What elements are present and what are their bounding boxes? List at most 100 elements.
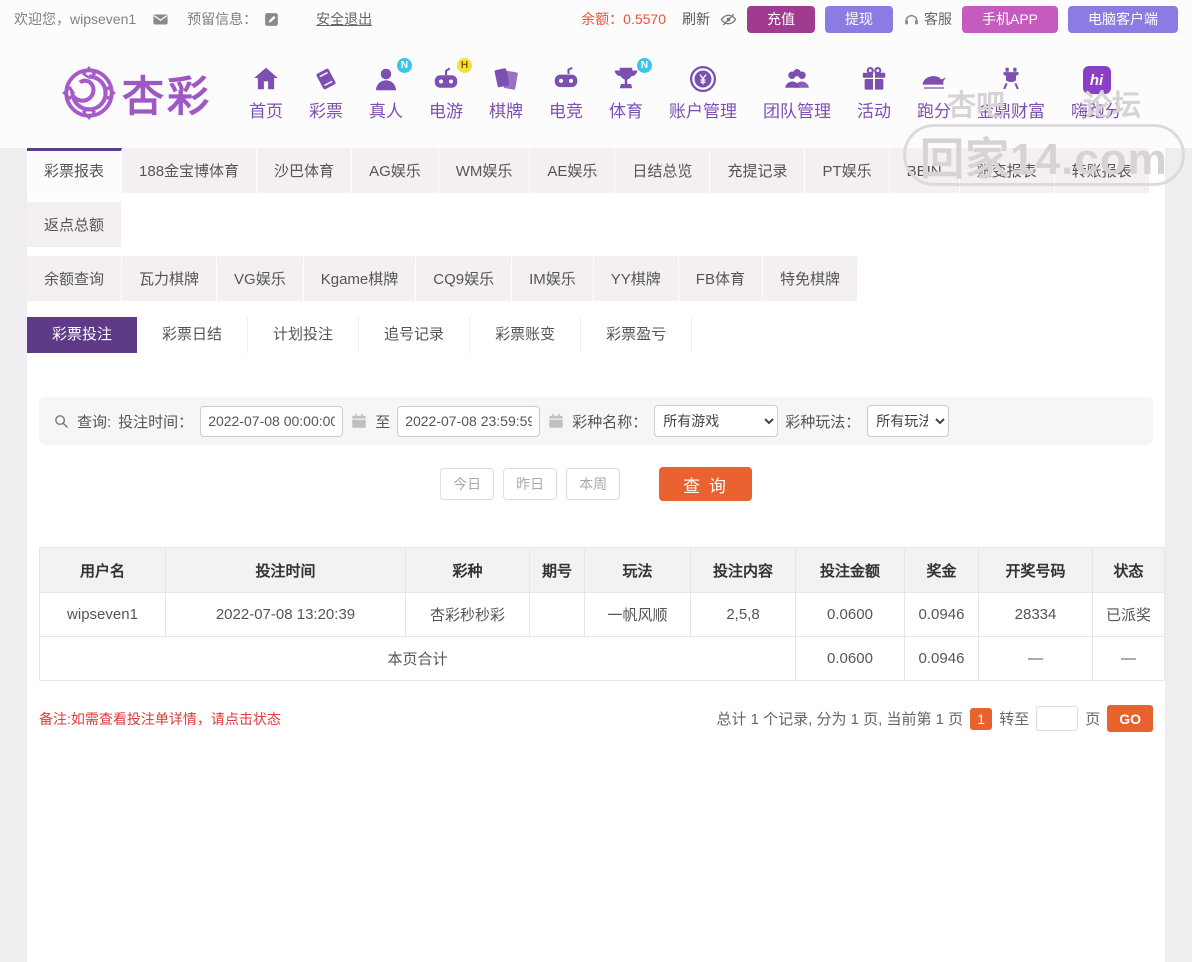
tab-fb-sports[interactable]: FB体育 bbox=[679, 256, 763, 301]
logout-link[interactable]: 安全退出 bbox=[316, 9, 372, 29]
mobile-app-button[interactable]: 手机APP bbox=[962, 6, 1058, 33]
tab-tetu-cards[interactable]: 特免棋牌 bbox=[763, 256, 858, 301]
tab-wali-cards[interactable]: 瓦力棋牌 bbox=[122, 256, 217, 301]
nav-item-sports[interactable]: N 体育 bbox=[596, 64, 656, 122]
nav-item-paofen[interactable]: 跑分 bbox=[904, 64, 964, 122]
reserved-info-label: 预留信息： bbox=[187, 9, 257, 29]
cell-draw-number: 28334 bbox=[979, 593, 1093, 637]
nav-item-hipaofen[interactable]: hi 嗨跑分 bbox=[1058, 66, 1135, 122]
tab-188-sports[interactable]: 188金宝博体育 bbox=[122, 148, 257, 193]
goto-page-input[interactable] bbox=[1036, 706, 1078, 731]
tab-vg[interactable]: VG娱乐 bbox=[217, 256, 304, 301]
nav-label: 首页 bbox=[249, 97, 283, 122]
refresh-button[interactable]: 刷新 bbox=[682, 9, 710, 29]
nav-item-cards[interactable]: 棋牌 bbox=[476, 64, 536, 122]
nav-item-egames[interactable]: H 电游 bbox=[416, 64, 476, 122]
nav-item-esports[interactable]: 电竞 bbox=[536, 64, 596, 122]
go-button[interactable]: GO bbox=[1107, 705, 1153, 732]
cell-status-link[interactable]: 已派奖 bbox=[1093, 593, 1165, 637]
tab-bbin[interactable]: BBIN bbox=[890, 148, 960, 193]
hi-icon: hi bbox=[1083, 66, 1111, 94]
nav-item-account[interactable]: 账户管理 bbox=[656, 64, 750, 122]
withdraw-button[interactable]: 提现 bbox=[825, 6, 893, 33]
tab-ae[interactable]: AE娱乐 bbox=[530, 148, 615, 193]
cell-prize: 0.0946 bbox=[905, 593, 979, 637]
tab-daily-overview[interactable]: 日结总览 bbox=[615, 148, 710, 193]
site-header: 杏彩 首页 彩票 N 真人 H 电游 棋牌 电竞 N bbox=[0, 38, 1192, 148]
nav-item-home[interactable]: 首页 bbox=[236, 64, 296, 122]
subtab-lottery-bets[interactable]: 彩票投注 bbox=[27, 317, 137, 353]
nav-item-team[interactable]: 团队管理 bbox=[750, 64, 844, 122]
tab-deposit-withdraw-log[interactable]: 充提记录 bbox=[710, 148, 805, 193]
deposit-button[interactable]: 充值 bbox=[747, 6, 815, 33]
cell-play: 一帆风顺 bbox=[585, 593, 691, 637]
logo-icon bbox=[60, 64, 118, 122]
nav-label: 金鼎财富 bbox=[977, 97, 1045, 122]
tab-transfer-report[interactable]: 转账报表 bbox=[1055, 148, 1150, 193]
nav-label: 彩票 bbox=[309, 97, 343, 122]
ding-vessel-icon bbox=[996, 64, 1026, 94]
subtab-chase-log[interactable]: 追号记录 bbox=[359, 317, 470, 353]
cards-icon bbox=[491, 64, 521, 94]
tab-pt[interactable]: PT娱乐 bbox=[805, 148, 889, 193]
gift-icon bbox=[859, 64, 889, 94]
gamepad-icon bbox=[431, 64, 461, 94]
nav-label: 电游 bbox=[429, 97, 463, 122]
tab-ag[interactable]: AG娱乐 bbox=[352, 148, 439, 193]
subtab-lottery-account-change[interactable]: 彩票账变 bbox=[470, 317, 581, 353]
subtab-lottery-daily[interactable]: 彩票日结 bbox=[137, 317, 248, 353]
nav-label: 体育 bbox=[609, 97, 643, 122]
balance-text: 余额：0.5570 bbox=[581, 9, 666, 29]
tab-yy-cards[interactable]: YY棋牌 bbox=[594, 256, 679, 301]
start-time-input[interactable] bbox=[200, 406, 343, 437]
tab-cq9[interactable]: CQ9娱乐 bbox=[416, 256, 512, 301]
tab-im[interactable]: IM娱乐 bbox=[512, 256, 594, 301]
nav-item-jinding[interactable]: 金鼎财富 bbox=[964, 64, 1058, 122]
nav-item-lottery[interactable]: 彩票 bbox=[296, 64, 356, 122]
tab-kgame[interactable]: Kgame棋牌 bbox=[304, 256, 417, 301]
this-week-button[interactable]: 本周 bbox=[566, 468, 620, 500]
home-icon bbox=[251, 64, 281, 94]
logo-text: 杏彩 bbox=[122, 63, 212, 124]
customer-service-button[interactable]: 客服 bbox=[903, 9, 952, 29]
eye-slash-icon[interactable] bbox=[720, 11, 737, 28]
edit-icon[interactable] bbox=[263, 11, 280, 28]
headset-icon bbox=[903, 11, 920, 28]
end-time-input[interactable] bbox=[397, 406, 540, 437]
lottery-subtabs: 彩票投注 彩票日结 计划投注 追号记录 彩票账变 彩票盈亏 bbox=[27, 317, 1165, 353]
col-lottery: 彩种 bbox=[406, 548, 530, 593]
nav-label: 活动 bbox=[857, 97, 891, 122]
site-logo[interactable]: 杏彩 bbox=[60, 63, 212, 124]
calendar-icon[interactable] bbox=[547, 412, 565, 430]
yesterday-button[interactable]: 昨日 bbox=[503, 468, 557, 500]
search-button[interactable]: 查 询 bbox=[659, 467, 752, 501]
tab-balance-query[interactable]: 余额查询 bbox=[27, 256, 122, 301]
esports-gamepad-icon bbox=[551, 64, 581, 94]
search-icon bbox=[53, 413, 70, 430]
nav-item-live[interactable]: N 真人 bbox=[356, 64, 416, 122]
nav-label: 电竞 bbox=[549, 97, 583, 122]
play-type-select[interactable]: 所有玩法 bbox=[867, 405, 949, 437]
subtab-plan-bets[interactable]: 计划投注 bbox=[248, 317, 359, 353]
topbar: 欢迎您，wipseven1 预留信息： 安全退出 余额：0.5570 刷新 充值… bbox=[0, 0, 1192, 38]
team-icon bbox=[782, 64, 812, 94]
table-header-row: 用户名 投注时间 彩种 期号 玩法 投注内容 投注金额 奖金 开奖号码 状态 bbox=[40, 548, 1165, 593]
quick-buttons-row: 今日 昨日 本周 查 询 bbox=[27, 467, 1165, 501]
lottery-name-select[interactable]: 所有游戏 bbox=[654, 405, 778, 437]
calendar-icon[interactable] bbox=[350, 412, 368, 430]
tab-lottery-report[interactable]: 彩票报表 bbox=[27, 148, 122, 193]
today-button[interactable]: 今日 bbox=[440, 468, 494, 500]
tab-saba-sports[interactable]: 沙巴体育 bbox=[257, 148, 352, 193]
balance-value: 0.5570 bbox=[623, 11, 666, 27]
pagination: 总计 1 个记录, 分为 1 页, 当前第 1 页 1 转至 页 GO bbox=[716, 705, 1153, 732]
tab-wm[interactable]: WM娱乐 bbox=[439, 148, 531, 193]
nav-item-promo[interactable]: 活动 bbox=[844, 64, 904, 122]
envelope-icon[interactable] bbox=[152, 11, 169, 28]
subtab-lottery-profit-loss[interactable]: 彩票盈亏 bbox=[581, 317, 692, 353]
summary-status: — bbox=[1093, 637, 1165, 681]
pc-client-button[interactable]: 电脑客户端 bbox=[1068, 6, 1178, 33]
tab-rebate-total[interactable]: 返点总额 bbox=[27, 202, 122, 247]
current-page-badge[interactable]: 1 bbox=[970, 708, 992, 730]
note-pagination-row: 备注:如需查看投注单详情，请点击状态 总计 1 个记录, 分为 1 页, 当前第… bbox=[39, 705, 1153, 732]
tab-account-change-report[interactable]: 账变报表 bbox=[960, 148, 1055, 193]
